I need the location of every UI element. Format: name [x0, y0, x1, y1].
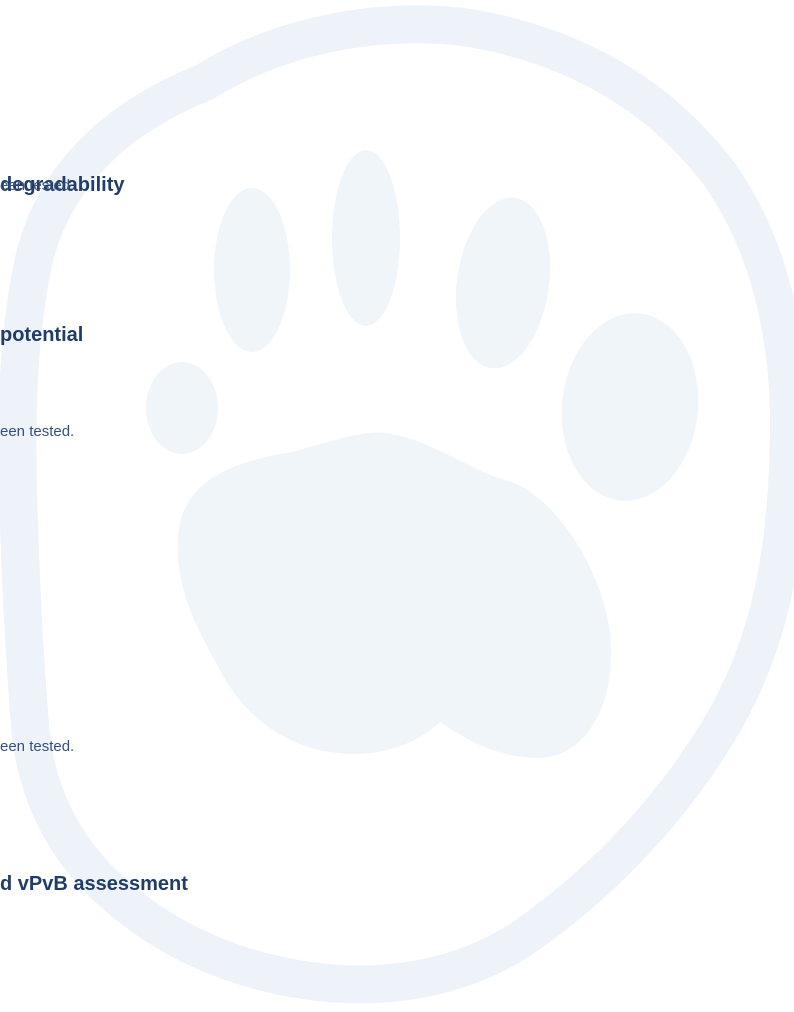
section-body-text: een tested. [0, 177, 75, 194]
section-heading: d vPvB assessment [0, 873, 188, 895]
section-body-text: een tested. [0, 423, 75, 440]
paw-print-icon [0, 5, 794, 1004]
section-body-text: een tested. [0, 738, 75, 755]
section-heading: potential [0, 324, 84, 346]
document-page: degradability een tested. potential een … [0, 0, 794, 1012]
